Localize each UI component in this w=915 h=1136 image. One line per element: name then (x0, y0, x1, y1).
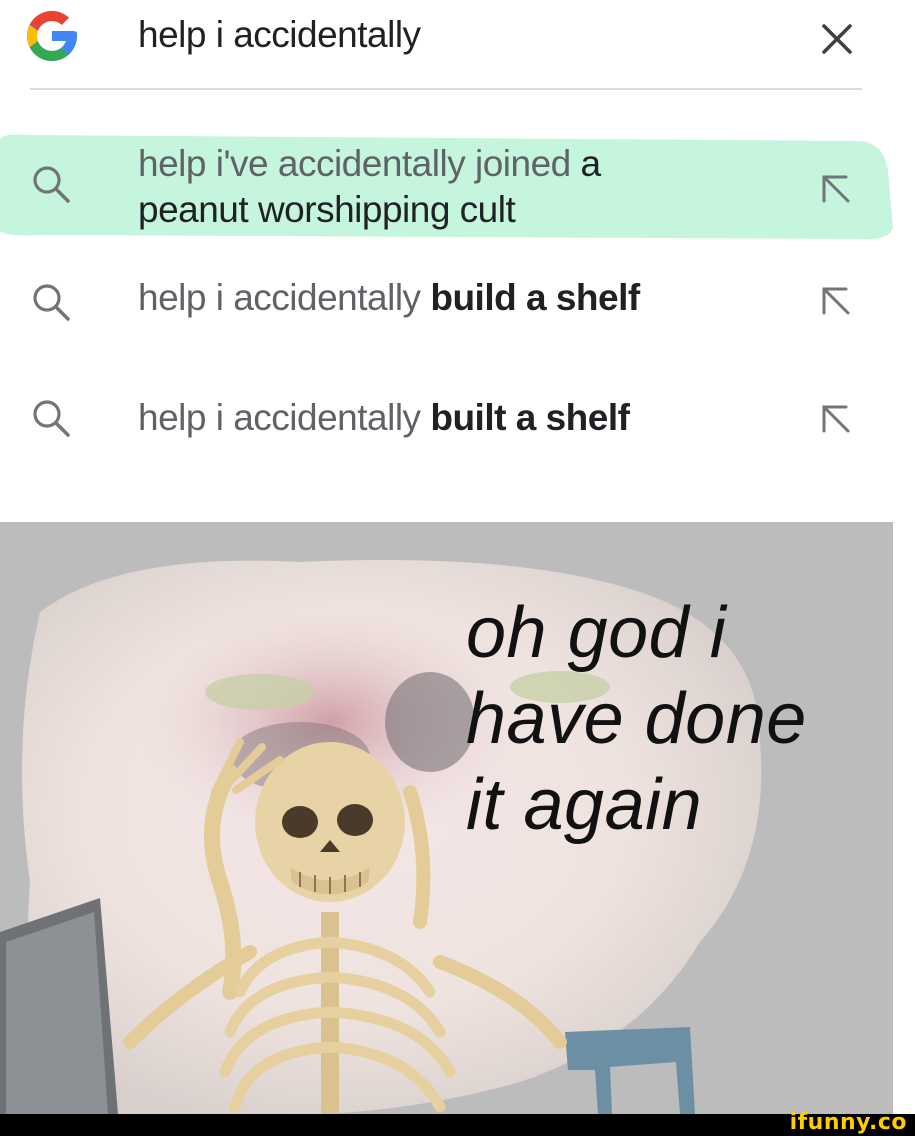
suggestion-text-1: help i've accidentally joined a peanut w… (138, 141, 601, 233)
suggestion-item-2[interactable]: help i accidentally build a shelf (0, 255, 915, 355)
suggestion-prefix: help i accidentally (138, 277, 431, 318)
suggestion-text-2: help i accidentally build a shelf (138, 275, 640, 321)
search-icon (33, 284, 70, 321)
fill-query-arrow-icon[interactable] (818, 283, 852, 317)
search-icon (33, 166, 70, 203)
close-icon[interactable] (816, 18, 858, 60)
suggestion-item-3[interactable]: help i accidentally built a shelf (0, 375, 915, 475)
fill-query-arrow-icon[interactable] (818, 401, 852, 435)
suggestion-item-1[interactable]: help i've accidentally joined a peanut w… (0, 131, 915, 243)
search-query-input[interactable]: help i accidentally (138, 14, 421, 56)
search-divider (30, 88, 862, 90)
suggestion-completion: a (580, 143, 602, 184)
suggestion-prefix: help i've accidentally joined (138, 143, 581, 184)
search-icon (33, 400, 70, 437)
suggestion-prefix: help i accidentally (138, 397, 431, 438)
watermark-bar: ifunny.co (0, 1110, 915, 1136)
suggestion-completion: built a shelf (430, 397, 630, 438)
fill-query-arrow-icon[interactable] (818, 171, 852, 205)
suggestion-completion-line2: peanut worshipping cult (138, 189, 516, 230)
suggestion-text-3: help i accidentally built a shelf (138, 395, 630, 441)
meme-caption: oh god i have done it again (466, 593, 807, 845)
ifunny-watermark: ifunny.co (789, 1110, 907, 1135)
search-bar: help i accidentally (0, 0, 915, 90)
google-g-logo (27, 11, 77, 61)
meme-image: oh god i have done it again (0, 522, 893, 1114)
suggestion-completion: build a shelf (430, 277, 640, 318)
